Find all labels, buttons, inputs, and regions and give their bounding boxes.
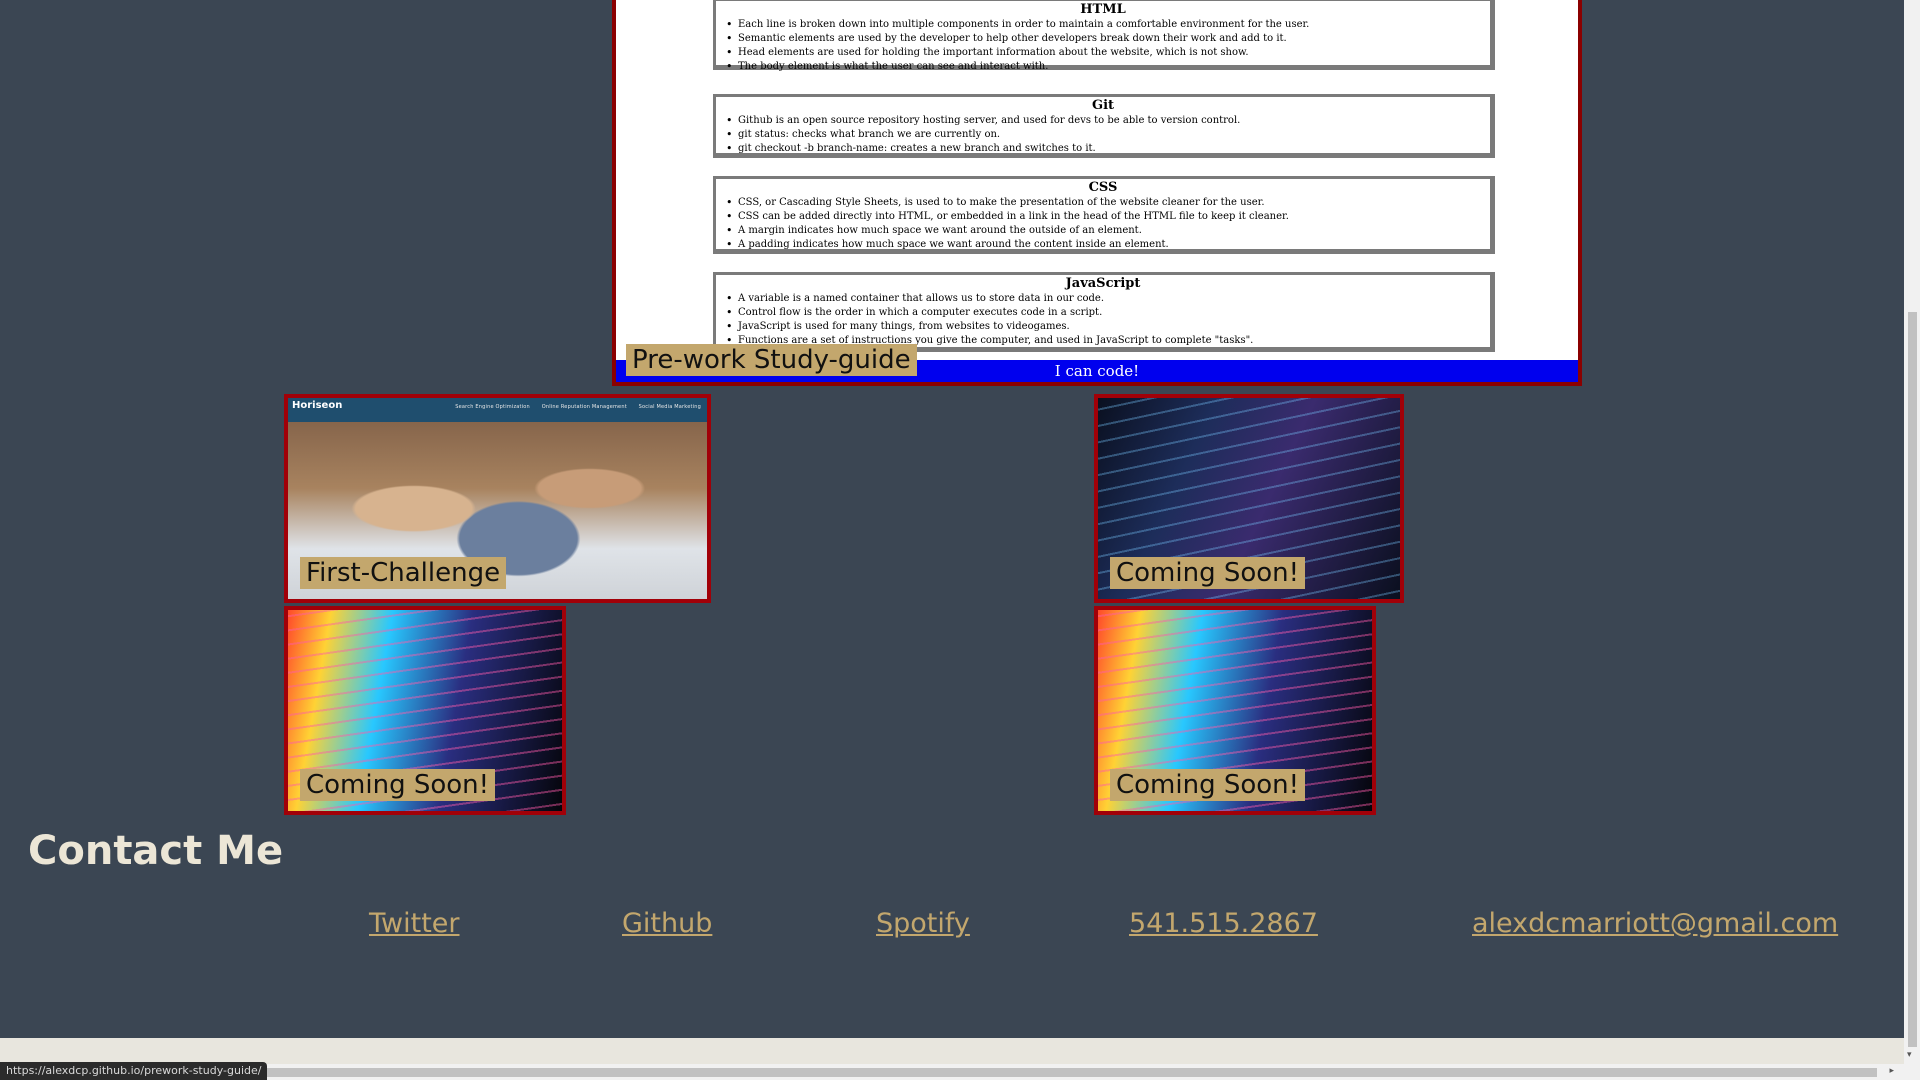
coming-soon-tile-1[interactable]: Coming Soon!: [1094, 394, 1404, 603]
email-link[interactable]: alexdcmarriott@gmail.com: [1472, 908, 1838, 939]
screenshot-brand: Horiseon: [292, 400, 343, 411]
phone-link[interactable]: 541.515.2867: [1129, 908, 1318, 939]
html-section-card: HTML Each line is broken down into multi…: [713, 0, 1495, 74]
vertical-scrollbar[interactable]: ▾: [1904, 0, 1920, 1080]
page-bottom-band: [0, 1038, 1904, 1064]
section-list: Github is an open source repository host…: [726, 114, 1480, 156]
twitter-link[interactable]: Twitter: [369, 908, 460, 939]
section-title: CSS: [1088, 180, 1118, 195]
screenshot-nav-item: Online Reputation Management: [541, 404, 627, 410]
section-title: Git: [1091, 98, 1115, 113]
css-section-card: CSS CSS, or Cascading Style Sheets, is u…: [713, 176, 1495, 254]
scroll-down-arrow-icon[interactable]: ▾: [1907, 1050, 1912, 1060]
horizontal-scrollbar[interactable]: ▸: [0, 1064, 1904, 1080]
javascript-section-card: JavaScript A variable is a named contain…: [713, 272, 1495, 352]
list-item: JavaScript is used for many things, from…: [726, 320, 1480, 334]
section-list: CSS, or Cascading Style Sheets, is used …: [726, 196, 1480, 252]
section-title: JavaScript: [1065, 276, 1141, 291]
screenshot-nav-item: Social Media Marketing: [638, 404, 701, 410]
list-item: Control flow is the order in which a com…: [726, 306, 1480, 320]
coming-soon-tile-2[interactable]: Coming Soon!: [284, 606, 566, 815]
list-item: git status: checks what branch we are cu…: [726, 128, 1480, 142]
screenshot-nav: Search Engine Optimization Online Reputa…: [445, 404, 701, 410]
list-item: A variable is a named container that all…: [726, 292, 1480, 306]
coming-soon-label: Coming Soon!: [1110, 557, 1306, 589]
study-guide-link[interactable]: Pre-work Study-guide: [626, 344, 917, 376]
list-item: CSS can be added directly into HTML, or …: [726, 210, 1480, 224]
vertical-scroll-thumb[interactable]: [1908, 312, 1917, 1047]
coming-soon-label: Coming Soon!: [300, 769, 496, 801]
screenshot-nav-item: Search Engine Optimization: [455, 404, 530, 410]
spotify-link[interactable]: Spotify: [876, 908, 970, 939]
first-challenge-tile[interactable]: Horiseon Search Engine Optimization Onli…: [284, 394, 711, 603]
list-item: Each line is broken down into multiple c…: [726, 18, 1480, 32]
scroll-right-arrow-icon[interactable]: ▸: [1889, 1066, 1894, 1076]
horizontal-scroll-thumb[interactable]: [265, 1068, 1877, 1077]
section-title: HTML: [1080, 2, 1126, 17]
list-item: Github is an open source repository host…: [726, 114, 1480, 128]
github-link[interactable]: Github: [622, 908, 712, 939]
first-challenge-label: First-Challenge: [300, 557, 507, 589]
list-item: CSS, or Cascading Style Sheets, is used …: [726, 196, 1480, 210]
coming-soon-label: Coming Soon!: [1110, 769, 1306, 801]
list-item: Semantic elements are used by the develo…: [726, 32, 1480, 46]
list-item: A padding indicates how much space we wa…: [726, 238, 1480, 252]
status-bar-url: https://alexdcp.github.io/prework-study-…: [0, 1062, 268, 1080]
study-guide-panel: HTML Each line is broken down into multi…: [612, 0, 1582, 386]
section-list: Each line is broken down into multiple c…: [726, 18, 1480, 74]
list-item: The body element is what the user can se…: [726, 60, 1480, 74]
list-item: Head elements are used for holding the i…: [726, 46, 1480, 60]
list-item: A margin indicates how much space we wan…: [726, 224, 1480, 238]
coming-soon-tile-3[interactable]: Coming Soon!: [1094, 606, 1376, 815]
contact-title: Contact Me: [28, 828, 284, 874]
section-list: A variable is a named container that all…: [726, 292, 1480, 348]
git-section-card: Git Github is an open source repository …: [713, 94, 1495, 158]
list-item: git checkout -b branch-name: creates a n…: [726, 142, 1480, 156]
